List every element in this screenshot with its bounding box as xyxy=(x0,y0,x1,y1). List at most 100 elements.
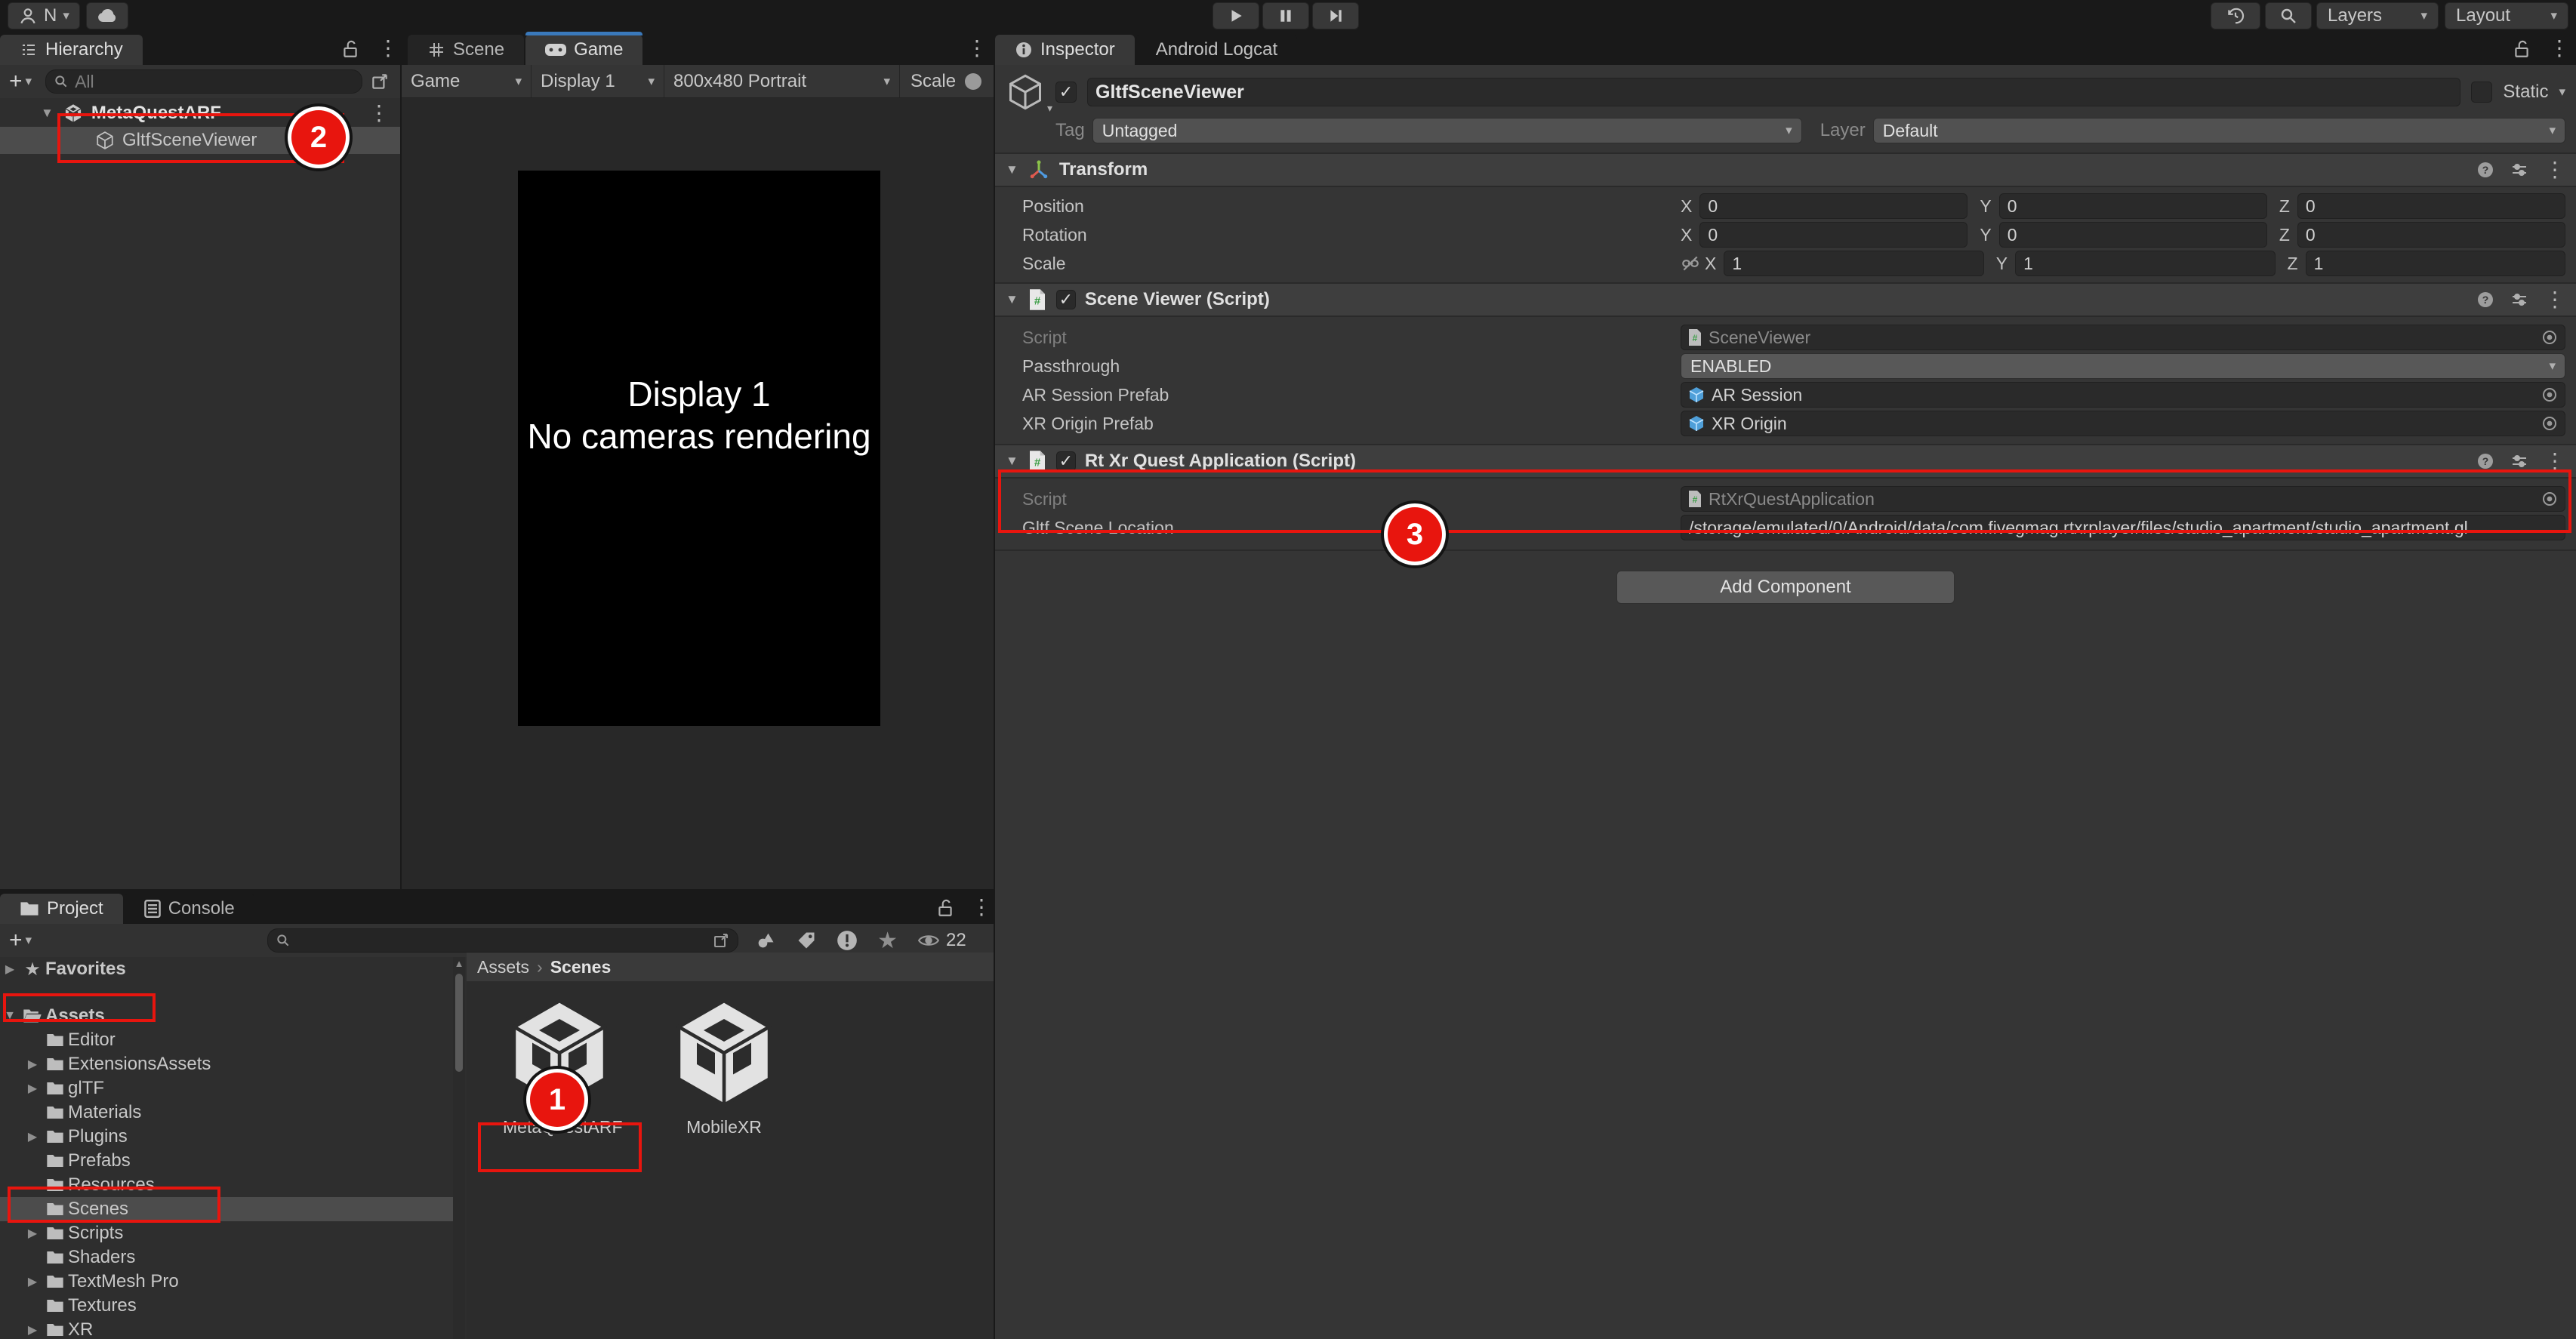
tab-project[interactable]: Project xyxy=(0,894,123,924)
component-menu-icon[interactable]: ⋮ xyxy=(2544,289,2565,310)
expand-icon[interactable]: ▶ xyxy=(23,1274,42,1289)
scrollbar-thumb[interactable] xyxy=(455,974,463,1072)
hidden-packages-icon[interactable] xyxy=(837,930,858,951)
layer-dropdown[interactable]: Default ▾ xyxy=(1873,118,2565,143)
transform-header[interactable]: ▼ Transform ? ⋮ xyxy=(995,152,2576,187)
position-y-field[interactable]: 0 xyxy=(1999,193,2267,219)
search-in-window-icon[interactable] xyxy=(712,931,730,950)
game-resolution-dropdown[interactable]: 800x480 Portrait ▾ xyxy=(664,65,900,97)
expand-icon[interactable]: ▶ xyxy=(0,962,20,977)
scene-visibility-picker-icon[interactable] xyxy=(370,72,390,91)
position-z-field[interactable]: 0 xyxy=(2297,193,2565,219)
tree-item-shaders[interactable]: Shaders xyxy=(0,1245,453,1270)
tree-item-resources[interactable]: Resources xyxy=(0,1173,453,1197)
static-checkbox[interactable] xyxy=(2471,82,2492,103)
tree-item-plugins[interactable]: ▶ Plugins xyxy=(0,1125,453,1149)
project-lock-icon[interactable] xyxy=(936,898,954,918)
scale-z-field[interactable]: 1 xyxy=(2306,251,2565,276)
add-component-button[interactable]: Add Component xyxy=(1616,571,1955,604)
scene-viewer-header[interactable]: ▼ # ✓ Scene Viewer (Script) ? ⋮ xyxy=(995,282,2576,317)
project-menu-icon[interactable]: ⋮ xyxy=(971,897,992,918)
tree-item-scripts[interactable]: ▶ Scripts xyxy=(0,1221,453,1245)
hierarchy-lock-icon[interactable] xyxy=(341,39,359,59)
breadcrumb-current[interactable]: Scenes xyxy=(550,957,612,977)
scene-viewer-enabled-checkbox[interactable]: ✓ xyxy=(1056,290,1076,309)
passthrough-dropdown[interactable]: ENABLED ▾ xyxy=(1681,353,2565,379)
gltf-location-field[interactable]: /storage/emulated/0/Android/data/com.fiv… xyxy=(1681,515,2565,540)
presets-icon[interactable] xyxy=(2510,161,2529,179)
static-caret-icon[interactable]: ▾ xyxy=(2559,85,2565,100)
expand-icon[interactable]: ▶ xyxy=(23,1057,42,1072)
rotation-x-field[interactable]: 0 xyxy=(1699,222,1967,248)
hierarchy-menu-icon[interactable]: ⋮ xyxy=(377,38,399,59)
asset-mobilexr[interactable]: MobileXR xyxy=(667,996,781,1137)
tab-hierarchy[interactable]: Hierarchy xyxy=(0,35,143,65)
inspector-menu-icon[interactable]: ⋮ xyxy=(2549,38,2570,59)
scale-x-field[interactable]: 1 xyxy=(1724,251,1983,276)
presets-icon[interactable] xyxy=(2510,452,2529,470)
tab-android-logcat[interactable]: Android Logcat xyxy=(1136,35,1297,65)
layout-dropdown[interactable]: Layout ▾ xyxy=(2445,2,2568,29)
filter-by-label-icon[interactable] xyxy=(796,930,817,951)
hierarchy-add-button[interactable]: + xyxy=(9,69,23,94)
tab-scene[interactable]: Scene xyxy=(408,35,524,65)
tree-item-assets[interactable]: ▼ Assets xyxy=(0,1004,453,1028)
gameobject-enabled-checkbox[interactable]: ✓ xyxy=(1055,82,1077,103)
tab-inspector[interactable]: Inspector xyxy=(995,35,1135,65)
inspector-lock-icon[interactable] xyxy=(2513,39,2531,59)
foldout-icon[interactable]: ▼ xyxy=(1006,162,1018,177)
help-icon[interactable]: ? xyxy=(2476,161,2494,179)
object-picker-icon[interactable] xyxy=(2541,414,2559,432)
tree-item-materials[interactable]: Materials xyxy=(0,1100,453,1125)
tab-game[interactable]: Game xyxy=(525,35,642,65)
scroll-up-icon[interactable]: ▲ xyxy=(453,957,465,971)
help-icon[interactable]: ? xyxy=(2476,452,2494,470)
project-add-button[interactable]: + xyxy=(9,928,23,953)
tree-item-prefabs[interactable]: Prefabs xyxy=(0,1149,453,1173)
object-picker-icon[interactable] xyxy=(2541,490,2559,508)
cloud-button[interactable] xyxy=(86,2,128,29)
undo-history-button[interactable] xyxy=(2211,2,2260,29)
scale-y-field[interactable]: 1 xyxy=(2015,251,2275,276)
script-object-field[interactable]: # SceneViewer xyxy=(1681,325,2565,350)
rtxr-enabled-checkbox[interactable]: ✓ xyxy=(1056,451,1076,471)
foldout-icon[interactable]: ▼ xyxy=(1006,292,1018,307)
gameobject-name-field[interactable]: GltfSceneViewer xyxy=(1087,78,2460,106)
object-picker-icon[interactable] xyxy=(2541,328,2559,346)
hierarchy-add-caret-icon[interactable]: ▾ xyxy=(26,74,32,89)
step-button[interactable] xyxy=(1312,2,1359,29)
rotation-y-field[interactable]: 0 xyxy=(1999,222,2267,248)
tree-item-extensionsassets[interactable]: ▶ ExtensionsAssets xyxy=(0,1052,453,1076)
rtxr-header[interactable]: ▼ # ✓ Rt Xr Quest Application (Script) ?… xyxy=(995,444,2576,479)
position-x-field[interactable]: 0 xyxy=(1699,193,1967,219)
game-scale-control[interactable]: Scale xyxy=(900,71,992,92)
presets-icon[interactable] xyxy=(2510,291,2529,309)
scene-row-menu-icon[interactable]: ⋮ xyxy=(368,103,390,124)
game-menu-icon[interactable]: ⋮ xyxy=(966,38,988,59)
tree-item-textures[interactable]: Textures xyxy=(0,1294,453,1318)
collapse-icon[interactable]: ▼ xyxy=(0,1009,20,1023)
hierarchy-search-input[interactable]: All xyxy=(45,69,362,94)
component-menu-icon[interactable]: ⋮ xyxy=(2544,159,2565,180)
expand-icon[interactable]: ▶ xyxy=(23,1081,42,1096)
xr-origin-object-field[interactable]: XR Origin xyxy=(1681,411,2565,436)
account-button[interactable]: N ▾ xyxy=(8,2,80,29)
expand-icon[interactable]: ▶ xyxy=(23,1322,42,1337)
foldout-icon[interactable]: ▼ xyxy=(1006,454,1018,469)
layers-dropdown[interactable]: Layers ▾ xyxy=(2316,2,2439,29)
play-button[interactable] xyxy=(1213,2,1259,29)
filter-by-type-icon[interactable] xyxy=(755,930,776,951)
tree-item-editor[interactable]: Editor xyxy=(0,1028,453,1052)
ar-session-object-field[interactable]: AR Session xyxy=(1681,382,2565,408)
tree-item-textmeshpro[interactable]: ▶ TextMesh Pro xyxy=(0,1270,453,1294)
expand-icon[interactable]: ▶ xyxy=(23,1226,42,1241)
tree-item-gltf[interactable]: ▶ glTF xyxy=(0,1076,453,1100)
project-tree-scrollbar[interactable]: ▲ xyxy=(453,957,465,1339)
game-mode-dropdown[interactable]: Game ▾ xyxy=(402,65,532,97)
object-picker-icon[interactable] xyxy=(2541,386,2559,404)
scale-slider-knob[interactable] xyxy=(965,73,981,90)
tag-dropdown[interactable]: Untagged ▾ xyxy=(1092,118,1802,143)
global-search-button[interactable] xyxy=(2265,2,2312,29)
tab-console[interactable]: Console xyxy=(125,894,254,924)
component-menu-icon[interactable]: ⋮ xyxy=(2544,451,2565,472)
